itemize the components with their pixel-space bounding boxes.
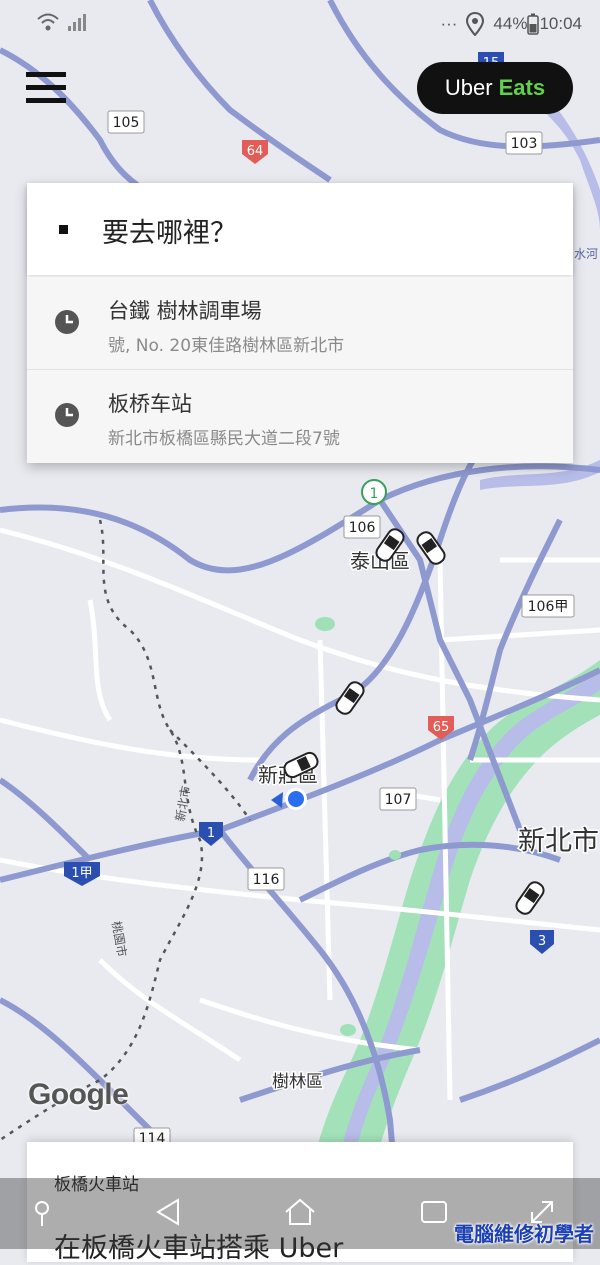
more-dots: ··· bbox=[440, 14, 458, 33]
city-xinbei: 新北市 bbox=[518, 826, 599, 857]
svg-text:3: 3 bbox=[538, 934, 546, 949]
watermark: 電腦維修初學者 bbox=[454, 1222, 594, 1246]
svg-text:65: 65 bbox=[433, 720, 450, 735]
search-card: 要去哪裡？ 台鐵 樹林調車場 號, No. 20東佳路樹林區新北市 板桥车站 新… bbox=[27, 183, 573, 463]
recent-place-address: 新北市板橋區縣民大道二段7號 bbox=[108, 429, 340, 449]
svg-text:106甲: 106甲 bbox=[528, 599, 569, 615]
road-shield-103: 103 bbox=[505, 131, 543, 155]
clock-icon bbox=[55, 403, 79, 427]
google-logo: Google bbox=[28, 1078, 129, 1111]
uber-eats-button[interactable]: Uber Eats bbox=[417, 62, 573, 114]
svg-text:1: 1 bbox=[370, 486, 379, 502]
svg-text:1甲: 1甲 bbox=[71, 866, 92, 881]
recent-place-item[interactable]: 台鐵 樹林調車場 號, No. 20東佳路樹林區新北市 bbox=[27, 277, 573, 370]
clock-time: 10:04 bbox=[539, 14, 582, 33]
district-shulin: 樹林區 bbox=[272, 1072, 323, 1092]
menu-icon bbox=[26, 72, 66, 77]
menu-button[interactable] bbox=[26, 70, 68, 106]
menu-icon-bar bbox=[26, 98, 66, 103]
svg-text:116: 116 bbox=[253, 872, 280, 888]
pin-icon[interactable] bbox=[26, 1192, 66, 1232]
destination-square-icon bbox=[59, 225, 68, 234]
uber-eats-label-uber: Uber bbox=[444, 75, 493, 100]
recent-apps-icon[interactable] bbox=[414, 1192, 454, 1232]
road-shield-106: 106 bbox=[343, 515, 381, 539]
svg-text:1: 1 bbox=[207, 826, 215, 841]
recent-place-title: 台鐵 樹林調車場 bbox=[108, 299, 262, 323]
where-to-search-button[interactable]: 要去哪裡？ bbox=[27, 183, 573, 275]
highway-1-marker: 1 bbox=[361, 479, 387, 505]
road-shield-116: 116 bbox=[247, 867, 285, 891]
svg-text:105: 105 bbox=[113, 115, 140, 131]
svg-text:64: 64 bbox=[247, 144, 264, 159]
where-to-label: 要去哪裡？ bbox=[102, 218, 237, 249]
svg-text:106: 106 bbox=[349, 520, 376, 536]
recent-place-address: 號, No. 20東佳路樹林區新北市 bbox=[108, 336, 345, 356]
river-label: 水河 bbox=[574, 247, 598, 261]
battery-percent: 44% bbox=[493, 14, 528, 33]
signal-icon bbox=[68, 14, 86, 31]
recent-place-title: 板桥车站 bbox=[108, 392, 192, 416]
road-shield-107: 107 bbox=[379, 787, 417, 811]
battery-icon bbox=[527, 13, 540, 35]
road-shield-105: 105 bbox=[107, 110, 145, 134]
svg-text:103: 103 bbox=[511, 136, 538, 152]
back-icon[interactable] bbox=[148, 1192, 188, 1232]
status-bar: ··· 44% 10:04 bbox=[0, 0, 600, 50]
clock-icon bbox=[55, 310, 79, 334]
road-shield-106a: 106甲 bbox=[521, 594, 575, 618]
location-pin-icon bbox=[466, 12, 485, 36]
recent-place-item[interactable]: 板桥车站 新北市板橋區縣民大道二段7號 bbox=[27, 370, 573, 463]
wifi-icon bbox=[37, 13, 59, 31]
home-icon[interactable] bbox=[280, 1192, 320, 1232]
menu-icon-bar bbox=[26, 85, 66, 90]
uber-eats-label-eats: Eats bbox=[498, 75, 546, 100]
svg-text:107: 107 bbox=[385, 792, 412, 808]
